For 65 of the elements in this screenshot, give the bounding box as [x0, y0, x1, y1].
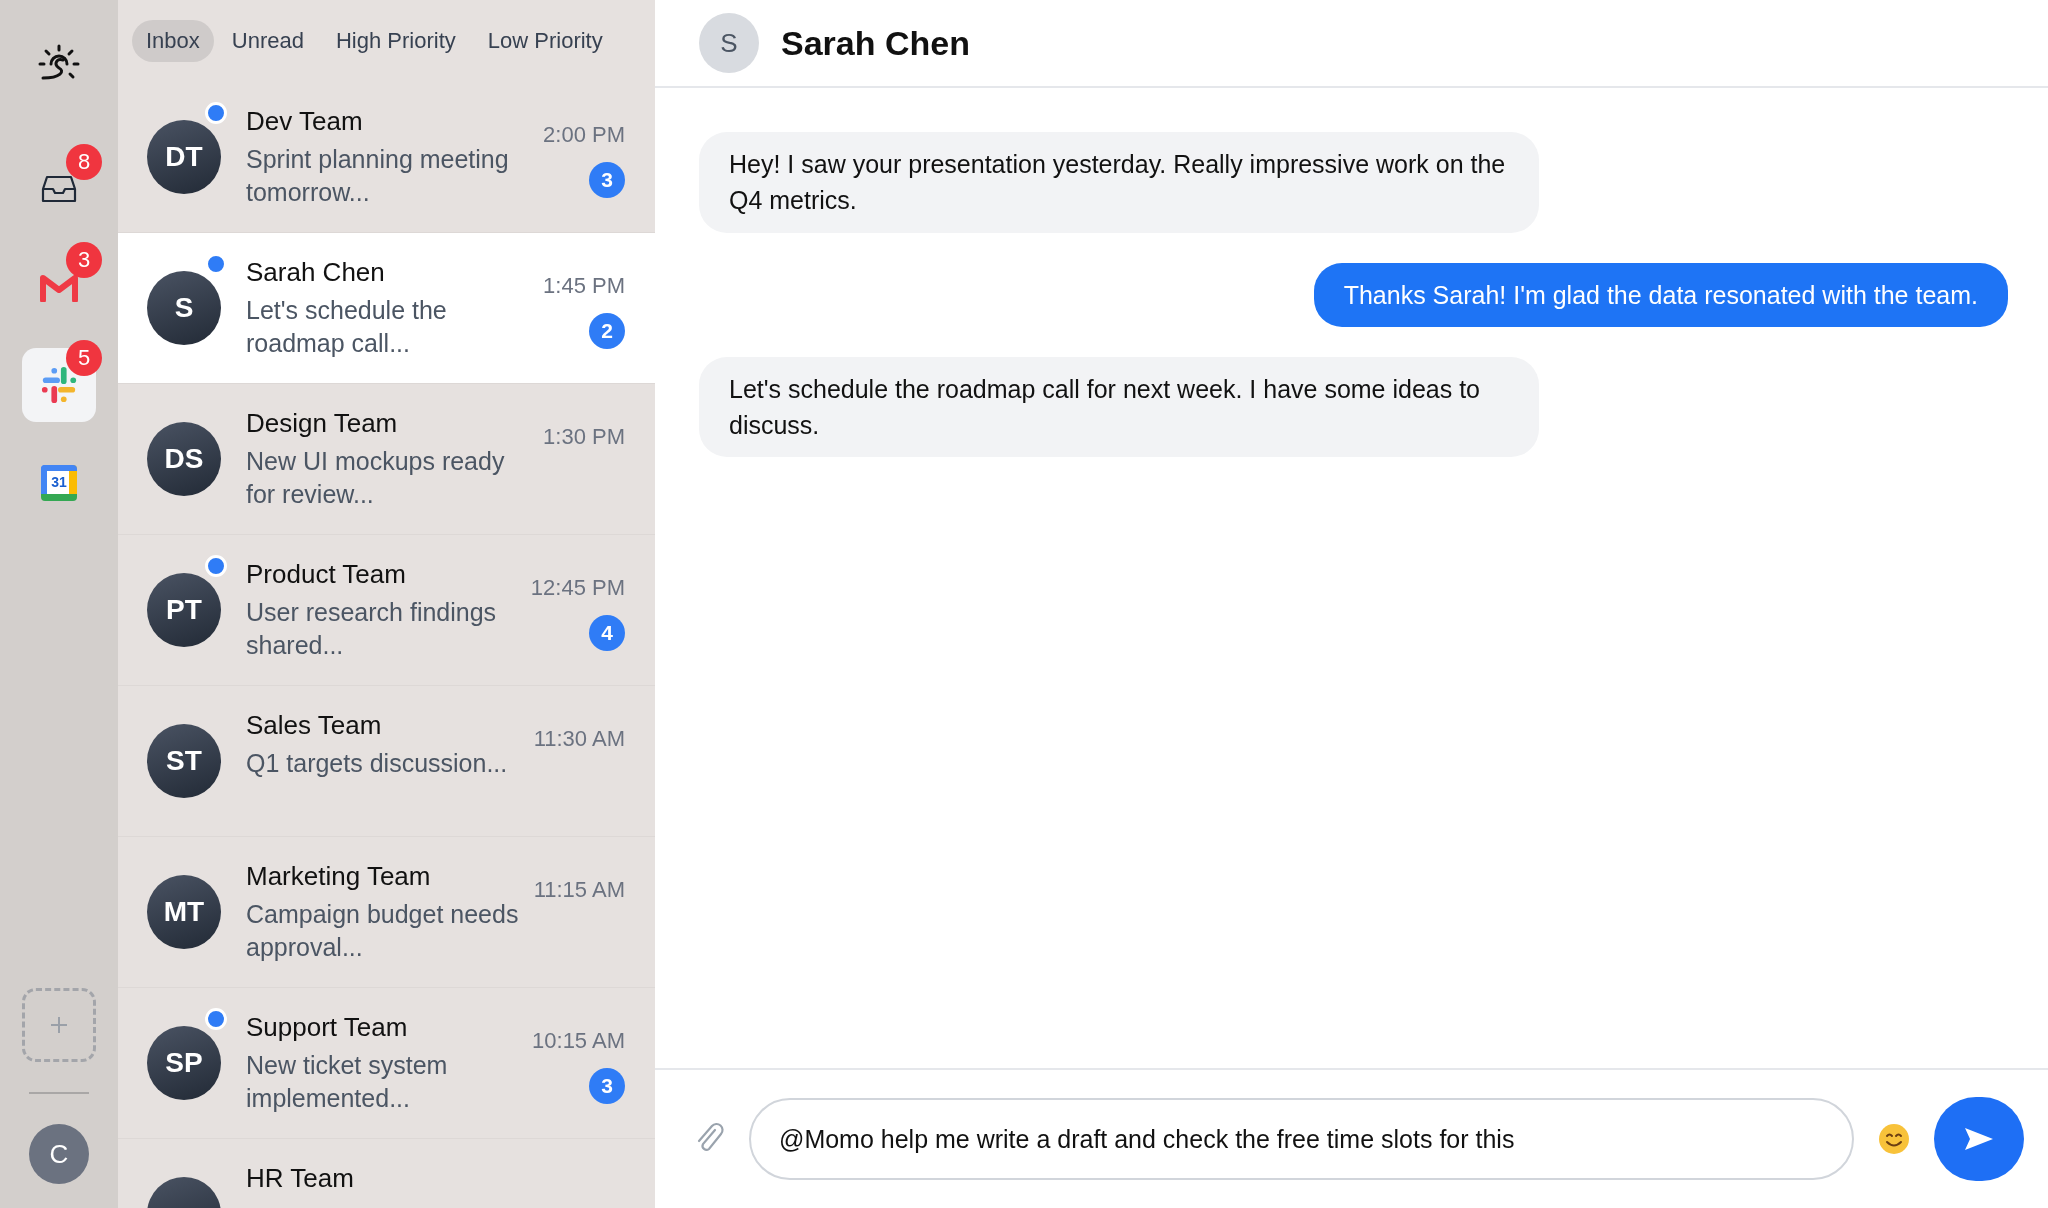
filter-tab[interactable]: Inbox [132, 20, 214, 62]
conversation-name: Product Team [246, 559, 407, 590]
avatar: DT [147, 120, 221, 194]
message-preview: New UI mockups ready for review... [246, 446, 506, 510]
gmail-icon [39, 272, 79, 302]
conversation-name: Design Team [246, 408, 399, 439]
conversation-item[interactable]: SP Support Team New ticket system implemented... 10:15 AM 3 [118, 988, 655, 1139]
conversation-name: Support Team [246, 1012, 409, 1043]
timestamp: 2:00 PM [543, 122, 625, 148]
message-input[interactable]: @Momo help me write a draft and check the free time slots for this [749, 1098, 1854, 1180]
send-icon [1963, 1126, 1995, 1152]
contact-avatar: S [699, 13, 759, 73]
avatar: SP [147, 1026, 221, 1100]
message-preview: New ticket system implemented... [246, 1050, 449, 1114]
avatar: DS [147, 422, 221, 496]
conversation-name: HR Team [246, 1163, 355, 1194]
conversation-item[interactable]: ST Sales Team Q1 targets discussion... 11:30 AM [118, 686, 655, 837]
smiley-icon [1878, 1123, 1910, 1155]
avatar: PT [147, 573, 221, 647]
user-avatar[interactable]: C [29, 1124, 89, 1184]
avatar: ST [147, 724, 221, 798]
timestamp: 11:30 AM [533, 726, 625, 752]
app-button[interactable]: 8 [22, 144, 102, 226]
filter-tab[interactable]: High Priority [322, 20, 470, 62]
message-bubble: Thanks Sarah! I'm glad the data resonated with the team. [1313, 262, 2008, 327]
conversation-name: Sales Team [246, 710, 383, 741]
message-preview: User research findings shared... [246, 597, 498, 661]
avatar: MT [147, 875, 221, 949]
timestamp: 12:45 PM [530, 575, 625, 601]
conversation-name: Sarah Chen [246, 257, 386, 288]
conversation-item[interactable]: HR Team [118, 1139, 655, 1208]
conversation-name: Dev Team [246, 106, 364, 137]
timestamp: 1:45 PM [543, 273, 625, 299]
inbox-tray-icon [41, 175, 77, 203]
notification-badge: 8 [66, 144, 102, 180]
filter-tab[interactable]: Low Priority [473, 20, 617, 62]
conversation-item[interactable]: MT Marketing Team Campaign budget needs approval... 11:15 AM [118, 837, 655, 988]
timestamp: 10:15 AM [532, 1028, 625, 1054]
contact-name: Sarah Chen [781, 23, 970, 63]
timestamp: 11:15 AM [533, 877, 625, 903]
calendar-icon: 31 [41, 465, 77, 501]
slack-icon [40, 366, 78, 404]
conversation-item[interactable]: PT Product Team User research findings shared... 12:45 PM 4 [118, 535, 655, 686]
avatar: S [147, 271, 221, 345]
app-button[interactable]: 3 [22, 242, 102, 324]
plus-icon [49, 1015, 69, 1035]
unread-count: 4 [589, 615, 625, 651]
filter-tab[interactable]: Unread [217, 20, 318, 62]
emoji-button[interactable] [1878, 1123, 1910, 1155]
app-button[interactable]: 31 [22, 438, 102, 520]
message-preview: Q1 targets discussion... [246, 748, 509, 779]
unread-count: 3 [589, 162, 625, 198]
message-bubble: Let's schedule the roadmap call for next week. I have some ideas to discuss. [699, 356, 1539, 458]
conversation-item[interactable]: DS Design Team New UI mockups ready for review... 1:30 PM [118, 384, 655, 535]
unread-count: 2 [589, 313, 625, 349]
conversation-name: Marketing Team [246, 861, 432, 892]
message-bubble: Hey! I saw your presentation yesterday. Really impressive work on the Q4 metrics. [699, 132, 1539, 233]
timestamp: 1:30 PM [543, 424, 625, 450]
notification-badge: 3 [66, 242, 102, 278]
message-preview: Let's schedule the roadmap call... [246, 295, 448, 359]
message-preview: Sprint planning meeting tomorrow... [246, 144, 510, 208]
conversation-item[interactable]: S Sarah Chen Let's schedule the roadmap call... 1:45 PM 2 [118, 233, 655, 384]
unread-count: 3 [589, 1068, 625, 1104]
message-preview: Campaign budget needs approval... [246, 899, 520, 963]
notification-badge: 5 [66, 340, 102, 376]
